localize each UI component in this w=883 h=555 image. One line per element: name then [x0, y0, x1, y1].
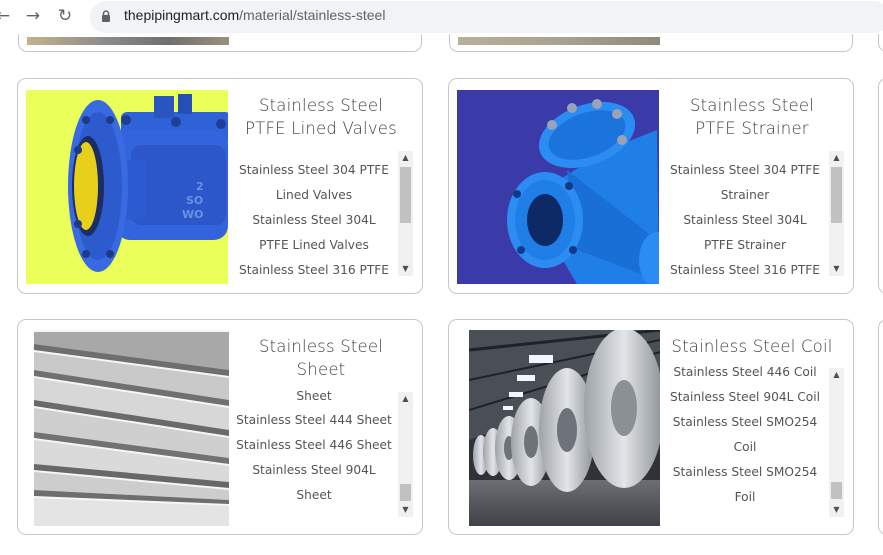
list-item[interactable]: Foil — [663, 485, 827, 510]
list-item[interactable]: PTFE Lined Valves — [232, 233, 396, 258]
list-item[interactable]: Sheet — [232, 483, 396, 508]
sheet-stack-illustration — [34, 330, 229, 526]
list-item[interactable]: Stainless Steel 304 PTFE — [232, 158, 396, 183]
scroll-thumb[interactable] — [831, 167, 842, 223]
lock-icon — [102, 10, 110, 22]
scroll-up-arrow[interactable]: ▲ — [398, 392, 413, 406]
browser-toolbar: ← → ↻ thepipingmart.com/material/stainle… — [0, 0, 883, 34]
scroll-down-arrow[interactable]: ▼ — [829, 262, 844, 276]
list-item[interactable]: Stainless Steel 316 PTFE — [663, 258, 827, 282]
scroll-up-arrow[interactable]: ▲ — [829, 368, 844, 382]
scroll-down-arrow[interactable]: ▼ — [398, 503, 413, 517]
product-list: Stainless Steel 304 PTFE Strainer Stainl… — [663, 158, 827, 282]
svg-text:WO: WO — [182, 208, 203, 221]
coil-illustration — [469, 330, 660, 526]
scroll-thumb[interactable] — [400, 167, 411, 223]
list-item[interactable]: PTFE Strainer — [663, 233, 827, 258]
card-title[interactable]: Stainless Steel Sheet — [236, 335, 406, 381]
card-title[interactable]: Stainless Steel Coil — [667, 335, 837, 358]
steel-coil-warehouse-image[interactable] — [469, 330, 660, 526]
list-item[interactable]: Stainless Steel SMO254 — [663, 460, 827, 485]
list-item[interactable]: Stainless Steel 446 Sheet — [232, 433, 396, 458]
ptfe-lined-valve-image[interactable]: 2 SO WO — [26, 90, 228, 284]
list-item[interactable]: Stainless Steel 904L Coil — [663, 385, 827, 410]
forward-button[interactable]: → — [22, 5, 44, 27]
y-strainer-image[interactable] — [457, 90, 659, 284]
list-item[interactable]: Stainless Steel 304L — [232, 208, 396, 233]
url-path: /material/stainless-steel — [239, 7, 386, 23]
list-scrollbar[interactable]: ▲ ▼ — [398, 151, 413, 276]
url-host: thepipingmart.com — [124, 7, 240, 23]
list-item[interactable]: Stainless Steel 446 Coil — [663, 360, 827, 385]
reload-button[interactable]: ↻ — [54, 5, 76, 27]
valve-illustration: 2 SO WO — [26, 90, 228, 284]
back-button[interactable]: ← — [0, 5, 14, 27]
product-list: Sheet Stainless Steel 444 Sheet Stainles… — [232, 384, 396, 522]
svg-text:SO: SO — [186, 194, 203, 207]
scroll-up-arrow[interactable]: ▲ — [398, 151, 413, 165]
scroll-thumb[interactable] — [400, 484, 411, 501]
previous-card-right — [449, 34, 853, 52]
list-item[interactable]: Stainless Steel 904L — [232, 458, 396, 483]
list-item[interactable]: Stainless Steel 444 Sheet — [232, 408, 396, 433]
list-item[interactable]: Coil — [663, 435, 827, 460]
scroll-up-arrow[interactable]: ▲ — [829, 151, 844, 165]
list-scrollbar[interactable]: ▲ ▼ — [829, 368, 844, 517]
list-item[interactable]: Stainless Steel 304 PTFE — [663, 158, 827, 183]
list-item[interactable]: Strainer — [663, 183, 827, 208]
product-card-ptfe-strainer[interactable]: Stainless Steel PTFE Strainer Stainless … — [448, 78, 854, 294]
offscreen-card-edge — [878, 78, 883, 294]
url-text[interactable]: thepipingmart.com/material/stainless-ste… — [124, 7, 385, 23]
steel-sheet-stack-image[interactable] — [34, 330, 229, 526]
product-card-coil[interactable]: Stainless Steel Coil Stainless Steel 446… — [448, 319, 854, 535]
list-item[interactable]: Stainless Steel 304L — [663, 208, 827, 233]
list-item[interactable]: Stainless Steel 316 PTFE — [232, 258, 396, 282]
svg-text:2: 2 — [196, 180, 204, 193]
previous-card-image — [27, 37, 229, 45]
product-list: Stainless Steel 446 Coil Stainless Steel… — [663, 360, 827, 522]
scroll-thumb[interactable] — [831, 482, 842, 499]
list-item[interactable]: Sheet — [232, 384, 396, 408]
product-card-ptfe-lined-valves[interactable]: 2 SO WO Stainless Steel PTFE Lined Valve… — [17, 78, 423, 294]
list-scrollbar[interactable]: ▲ ▼ — [829, 151, 844, 276]
product-list: Stainless Steel 304 PTFE Lined Valves St… — [232, 158, 396, 282]
previous-card-image — [458, 37, 660, 45]
scroll-down-arrow[interactable]: ▼ — [829, 503, 844, 517]
list-item[interactable]: Stainless Steel SMO254 — [663, 410, 827, 435]
list-scrollbar[interactable]: ▲ ▼ — [398, 392, 413, 517]
product-card-sheet[interactable]: Stainless Steel Sheet Sheet Stainless St… — [17, 319, 423, 535]
card-title[interactable]: Stainless Steel PTFE Strainer — [667, 94, 837, 140]
previous-card-left — [18, 34, 422, 52]
page-content: 2 SO WO Stainless Steel PTFE Lined Valve… — [0, 34, 883, 555]
card-title[interactable]: Stainless Steel PTFE Lined Valves — [236, 94, 406, 140]
scroll-down-arrow[interactable]: ▼ — [398, 262, 413, 276]
list-item[interactable]: Lined Valves — [232, 183, 396, 208]
strainer-illustration — [457, 90, 659, 284]
offscreen-card-edge — [878, 319, 883, 535]
offscreen-card-edge — [878, 34, 883, 52]
